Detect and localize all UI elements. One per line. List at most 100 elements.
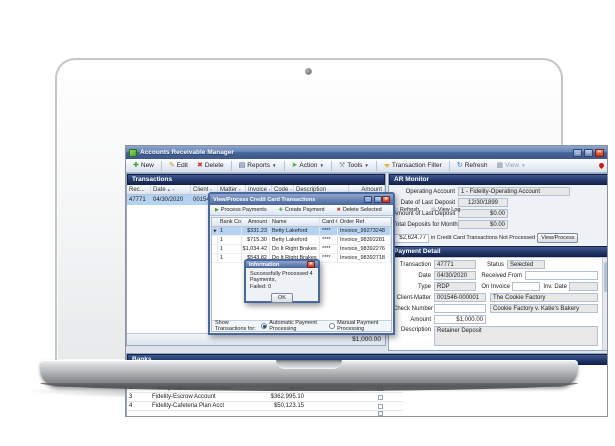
filter-icon: ▼ [238, 188, 241, 192]
delete-button[interactable]: ✖Delete [193, 160, 228, 171]
transaction-filter-button[interactable]: Transaction Filter [380, 160, 446, 171]
view-process-button[interactable]: View/Process [537, 233, 578, 243]
dialog-titlebar: View/Process Credit Card Transactions _ … [210, 194, 393, 205]
status-field[interactable]: Selected [507, 260, 545, 269]
dialog-maximize-button[interactable]: □ [374, 196, 382, 203]
cc-row[interactable]: 1 $715.30 Betty Lakeford **** Invoice_98… [212, 236, 391, 245]
month-deposits-field[interactable]: $0.00 [458, 220, 508, 229]
bank-row[interactable]: 3 Fidelity-Escrow Account $362,995.10 [127, 393, 403, 402]
chevron-down-icon: ▼ [364, 163, 368, 168]
col-card[interactable]: Card # [320, 218, 338, 226]
laptop-base [40, 360, 578, 387]
inactive-checkbox[interactable] [378, 404, 383, 409]
pd-row-2: Date 04/30/2020 Received From [393, 271, 604, 280]
dialog-grid-header: Bank Code Amount Name Card # Order Ref [212, 218, 391, 227]
delete-selected-button[interactable]: ✖Delete Selected [334, 206, 385, 214]
transactions-total: $1,000.00 [352, 336, 381, 343]
show-transactions-label: Show Transactions for: [215, 320, 257, 332]
refresh-button[interactable]: ↻Refresh [453, 160, 492, 171]
cc-amount-field: $2,624.77 [393, 234, 429, 243]
pin-icon[interactable] [598, 162, 605, 169]
credit-card-summary-row: $2,624.77 in Credit Card Transactions No… [393, 233, 604, 243]
amount-field[interactable]: $1,000.00 [434, 315, 486, 324]
operating-account-row: Operating Account 1 - Fidelity-Operating… [393, 187, 604, 196]
inv-date-field[interactable] [569, 282, 598, 291]
tools-icon: ⚒ [339, 162, 345, 169]
filter-icon: ▼ [268, 188, 271, 192]
bank-row-clipped[interactable] [127, 411, 403, 417]
dialog-title: View/Process Credit Card Transactions [213, 197, 362, 203]
message-box-close-button[interactable]: ✕ [307, 261, 315, 268]
col-rec[interactable]: Rec... [127, 185, 151, 194]
tools-menu-button[interactable]: ⚒Tools▼ [335, 160, 373, 171]
inactive-checkbox[interactable] [378, 395, 383, 400]
payment-detail-header: Payment Detail [389, 246, 608, 257]
play-icon: ▶ [215, 208, 219, 213]
toolbar-separator [231, 161, 232, 171]
close-button[interactable]: ✕ [595, 149, 604, 157]
toolbar-separator [449, 161, 450, 171]
x-icon: ✖ [337, 208, 341, 213]
check-number-field[interactable] [434, 304, 486, 313]
last-deposit-date-row: Date of Last Deposit 12/30/1899 [393, 198, 604, 207]
chevron-down-icon: ▼ [272, 163, 276, 168]
cc-row[interactable]: 1 $1,034.42 Do It Right Brakes **** Invo… [212, 245, 391, 254]
new-button[interactable]: ✚New [129, 160, 158, 171]
client-name-field[interactable]: The Cookie Factory [490, 293, 598, 302]
toolbar-separator [161, 161, 162, 171]
edit-button[interactable]: ✎Edit [165, 160, 192, 171]
bank-row[interactable]: 4 Fidelity-Cafeteria Plan Acct $50,123.1… [127, 402, 403, 411]
last-deposit-amount-field[interactable]: $0.00 [458, 209, 508, 218]
on-invoice-field[interactable] [512, 282, 540, 291]
operating-account-field[interactable]: 1 - Fidelity-Operating Account [458, 187, 570, 196]
pd-row-3: Type RDP On Invoice Inv. Date [393, 282, 604, 291]
radio-manual[interactable]: Manual Payment Processing [329, 320, 388, 332]
pd-row-5: Check Number Cookie Factory v. Katie's B… [393, 304, 604, 313]
minimize-button[interactable]: _ [573, 149, 582, 157]
transactions-panel-header: Transactions [127, 174, 385, 185]
payment-detail-scrollbar[interactable] [602, 258, 608, 350]
filter-icon: ▼ [289, 188, 292, 192]
process-payments-button[interactable]: ▶Process Payments [212, 206, 270, 214]
date-field[interactable]: 04/30/2020 [434, 271, 476, 280]
laptop-lid: Accounts Receivable Manager _ □ ✕ ✚New ✎… [55, 58, 563, 360]
col-cc-amount[interactable]: Amount [242, 218, 270, 226]
col-order-ref[interactable]: Order Ref [338, 218, 391, 226]
inactive-checkbox[interactable] [378, 411, 383, 416]
col-cc-name[interactable]: Name [270, 218, 320, 226]
col-date[interactable]: Date▲▼ [151, 185, 191, 194]
cc-text: in Credit Card Transactions Not Processe… [431, 235, 535, 241]
col-bank-code[interactable]: Bank Code [218, 218, 242, 226]
payment-detail-body: Transaction 47771 Status Selected Date 0… [389, 257, 608, 350]
last-deposit-date-field[interactable]: 12/30/1899 [458, 198, 508, 207]
plus-icon: ✚ [133, 162, 139, 169]
window-titlebar: Accounts Receivable Manager _ □ ✕ [126, 146, 607, 159]
scrollbar-thumb[interactable] [604, 262, 608, 292]
toolbar-separator [331, 161, 332, 171]
description-field[interactable]: Retainer Deposit [434, 326, 598, 346]
cc-row[interactable]: ▸ 1 $331.23 Betty Lakeford **** Invoice_… [212, 227, 391, 236]
matter-name-field[interactable]: Cookie Factory v. Katie's Bakery [490, 304, 598, 313]
dialog-refresh-button[interactable]: ↻Refresh [391, 206, 422, 214]
message-line-1: Successfully Processed 4 Payments, [250, 271, 314, 283]
client-matter-field[interactable]: 001546-000001 [434, 293, 486, 302]
transaction-field[interactable]: 47771 [434, 260, 476, 269]
view-menu-button[interactable]: ▦View▼ [492, 160, 529, 171]
reports-menu-button[interactable]: ▤Reports▼ [235, 160, 281, 171]
radio-selected-icon [261, 323, 267, 329]
pd-row-1: Transaction 47771 Status Selected [393, 260, 604, 269]
received-from-field[interactable] [525, 271, 598, 280]
type-field[interactable]: RDP [434, 282, 476, 291]
radio-automatic[interactable]: Automatic Payment Processing [261, 320, 325, 332]
dialog-minimize-button[interactable]: _ [364, 196, 372, 203]
message-box-title: Information [249, 262, 307, 268]
ok-button[interactable]: OK [271, 293, 293, 303]
create-payment-button[interactable]: ✚Create Payment [276, 206, 328, 214]
dialog-close-button[interactable]: ✕ [382, 196, 390, 203]
action-menu-button[interactable]: ➤Action▼ [288, 160, 328, 171]
filter-icon: ▼ [172, 188, 175, 192]
action-icon: ➤ [292, 162, 298, 169]
maximize-button[interactable]: □ [584, 149, 593, 157]
view-log-button[interactable]: ▤View Log [428, 206, 463, 214]
log-icon: ▤ [431, 208, 436, 213]
